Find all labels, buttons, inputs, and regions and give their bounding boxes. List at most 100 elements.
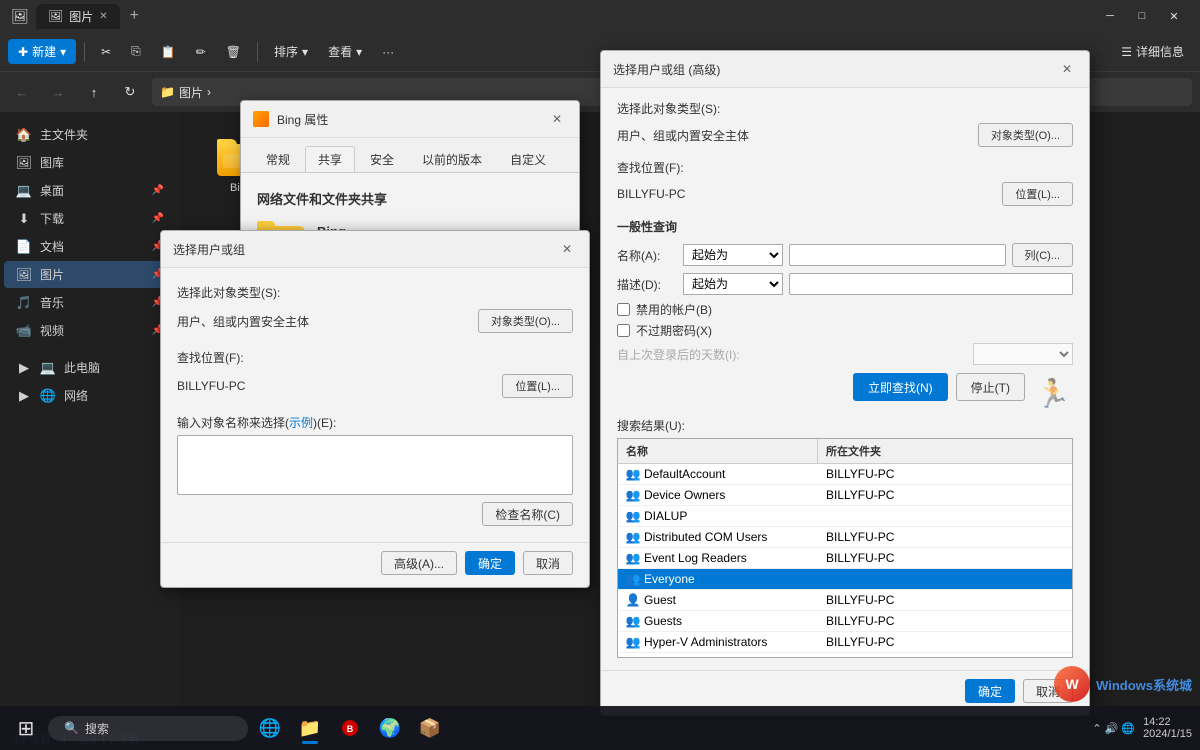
select-user-cancel[interactable]: 取消	[523, 551, 573, 575]
find-now-btn[interactable]: 立即查找(N)	[853, 373, 948, 401]
obj-type-btn[interactable]: 对象类型(O)...	[478, 309, 573, 333]
adv-dialog-close[interactable]: ✕	[1057, 59, 1077, 79]
days-row: 自上次登录后的天数(I):	[617, 343, 1073, 365]
window-controls: ─ □ ✕	[1096, 5, 1188, 27]
disabled-accounts-label: 禁用的帐户(B)	[636, 301, 712, 318]
sort-button[interactable]: 排序 ▾	[266, 39, 316, 64]
result-name-1: 👥Device Owners	[618, 485, 818, 505]
select-user-close[interactable]: ✕	[557, 239, 577, 259]
taskbar-app-edge[interactable]: 🌐	[252, 710, 288, 746]
adv-ok-btn[interactable]: 确定	[965, 679, 1015, 703]
details-button[interactable]: ☰ 详细信息	[1113, 39, 1192, 64]
music-icon: 🎵	[16, 295, 32, 311]
forward-btn[interactable]: →	[44, 78, 72, 106]
sidebar-item-desktop[interactable]: 💻 桌面 📌	[4, 177, 176, 204]
adv-desc-condition[interactable]: 起始为 包含	[683, 273, 783, 295]
new-button[interactable]: ✚ 新建 ▾	[8, 39, 76, 64]
col-btn[interactable]: 列(C)...	[1012, 243, 1073, 267]
pin-icon-dl: 📌	[152, 213, 164, 224]
advanced-btn[interactable]: 高级(A)...	[381, 551, 457, 575]
copy-button[interactable]: ⎘	[123, 40, 149, 63]
sidebar-item-pc[interactable]: ▶ 💻 此电脑	[4, 354, 176, 381]
result-row-0[interactable]: 👥DefaultAccountBILLYFU-PC	[618, 464, 1072, 485]
tab-close-btn[interactable]: ✕	[99, 11, 107, 22]
adv-location-value-row: BILLYFU-PC 位置(L)...	[617, 182, 1073, 206]
result-row-2[interactable]: 👥DIALUP	[618, 506, 1072, 527]
tab-sharing[interactable]: 共享	[305, 146, 355, 172]
days-select[interactable]	[973, 343, 1073, 365]
tab-customize[interactable]: 自定义	[497, 146, 559, 172]
obj-type-value-row: 用户、组或内置安全主体 对象类型(O)...	[177, 309, 573, 333]
adv-location-btn[interactable]: 位置(L)...	[1002, 182, 1073, 206]
result-name-text-2: DIALUP	[644, 509, 687, 523]
paste-button[interactable]: 📋	[153, 41, 184, 63]
result-folder-1: BILLYFU-PC	[818, 485, 902, 505]
gallery-icon: 🖼	[16, 155, 32, 171]
adv-location-label: 查找位置(F):	[617, 159, 747, 176]
delete-button[interactable]: 🗑	[218, 41, 249, 63]
taskbar-search[interactable]: 🔍 搜索	[48, 716, 248, 741]
adv-name-input[interactable]	[789, 244, 1006, 266]
watermark-text: Windows系统城	[1096, 675, 1192, 694]
result-row-4[interactable]: 👥Event Log ReadersBILLYFU-PC	[618, 548, 1072, 569]
tab-pictures[interactable]: 🖼 图片 ✕	[36, 4, 120, 29]
enter-name-input[interactable]	[177, 435, 573, 495]
select-user-dialog[interactable]: 选择用户或组 ✕ 选择此对象类型(S): 用户、组或内置安全主体 对象类型(O)…	[160, 230, 590, 588]
new-tab-btn[interactable]: +	[124, 5, 145, 27]
sidebar-item-network[interactable]: ▶ 🌐 网络	[4, 382, 176, 409]
refresh-btn[interactable]: ↻	[116, 78, 144, 106]
no-expire-checkbox[interactable]	[617, 324, 630, 337]
bing-props-close[interactable]: ✕	[547, 109, 567, 129]
sidebar-item-downloads[interactable]: ⬇ 下载 📌	[4, 205, 176, 232]
minimize-btn[interactable]: ─	[1096, 5, 1124, 27]
cut-button[interactable]: ✂	[93, 41, 119, 63]
select-user-ok[interactable]: 确定	[465, 551, 515, 575]
tab-general[interactable]: 常规	[253, 146, 303, 172]
result-row-6[interactable]: 👤GuestBILLYFU-PC	[618, 590, 1072, 611]
stop-btn[interactable]: 停止(T)	[956, 373, 1025, 401]
result-row-9[interactable]: 👥IIS_IUSRS	[618, 653, 1072, 658]
taskbar-app-red[interactable]: B	[332, 710, 368, 746]
enter-label-suffix: )(E):	[313, 416, 336, 430]
view-button[interactable]: 查看 ▾	[320, 39, 370, 64]
maximize-btn[interactable]: □	[1128, 5, 1156, 27]
adv-name-condition[interactable]: 起始为 包含	[683, 244, 783, 266]
close-btn[interactable]: ✕	[1160, 5, 1188, 27]
result-row-8[interactable]: 👥Hyper-V AdministratorsBILLYFU-PC	[618, 632, 1072, 653]
taskbar-app-store[interactable]: 📦	[412, 710, 448, 746]
tab-security[interactable]: 安全	[357, 146, 407, 172]
disabled-accounts-checkbox[interactable]	[617, 303, 630, 316]
adv-desc-row: 描述(D): 起始为 包含	[617, 273, 1073, 295]
taskbar-app-earth[interactable]: 🌍	[372, 710, 408, 746]
desktop-icon: 💻	[16, 183, 32, 199]
sidebar-label-desktop: 桌面	[40, 182, 64, 199]
rename-button[interactable]: ✏	[188, 41, 214, 63]
tab-prev-versions[interactable]: 以前的版本	[409, 146, 495, 172]
example-link[interactable]: 示例	[289, 416, 313, 430]
more-button[interactable]: ···	[374, 41, 402, 63]
result-row-1[interactable]: 👥Device OwnersBILLYFU-PC	[618, 485, 1072, 506]
location-btn[interactable]: 位置(L)...	[502, 374, 573, 398]
up-btn[interactable]: ↑	[80, 78, 108, 106]
sidebar-item-music[interactable]: 🎵 音乐 📌	[4, 289, 176, 316]
sidebar-item-videos[interactable]: 📹 视频 📌	[4, 317, 176, 344]
adv-obj-type-btn[interactable]: 对象类型(O)...	[978, 123, 1073, 147]
taskbar-app-explorer[interactable]: 📁	[292, 710, 328, 746]
sidebar-item-docs[interactable]: 📄 文档 📌	[4, 233, 176, 260]
select-user-advanced-dialog[interactable]: 选择用户或组 (高级) ✕ 选择此对象类型(S): 用户、组或内置安全主体 对象…	[600, 50, 1090, 716]
adv-desc-input[interactable]	[789, 273, 1073, 295]
sidebar-item-home[interactable]: 🏠 主文件夹	[4, 121, 176, 148]
result-name-text-6: Guest	[644, 593, 676, 607]
check-name-btn[interactable]: 检查名称(C)	[482, 502, 573, 526]
result-row-5[interactable]: 👥Everyone	[618, 569, 1072, 590]
sidebar-item-gallery[interactable]: 🖼 图库	[4, 149, 176, 176]
result-row-7[interactable]: 👥GuestsBILLYFU-PC	[618, 611, 1072, 632]
back-btn[interactable]: ←	[8, 78, 36, 106]
start-button[interactable]: ⊞	[8, 710, 44, 746]
sidebar-item-pictures[interactable]: 🖼 图片 📌	[4, 261, 176, 288]
path-label: 图片	[179, 84, 203, 101]
result-name-0: 👥DefaultAccount	[618, 464, 818, 484]
result-row-3[interactable]: 👥Distributed COM UsersBILLYFU-PC	[618, 527, 1072, 548]
search-results-list[interactable]: 名称 所在文件夹 👥DefaultAccountBILLYFU-PC👥Devic…	[617, 438, 1073, 658]
disabled-accounts-row: 禁用的帐户(B)	[617, 301, 1073, 318]
